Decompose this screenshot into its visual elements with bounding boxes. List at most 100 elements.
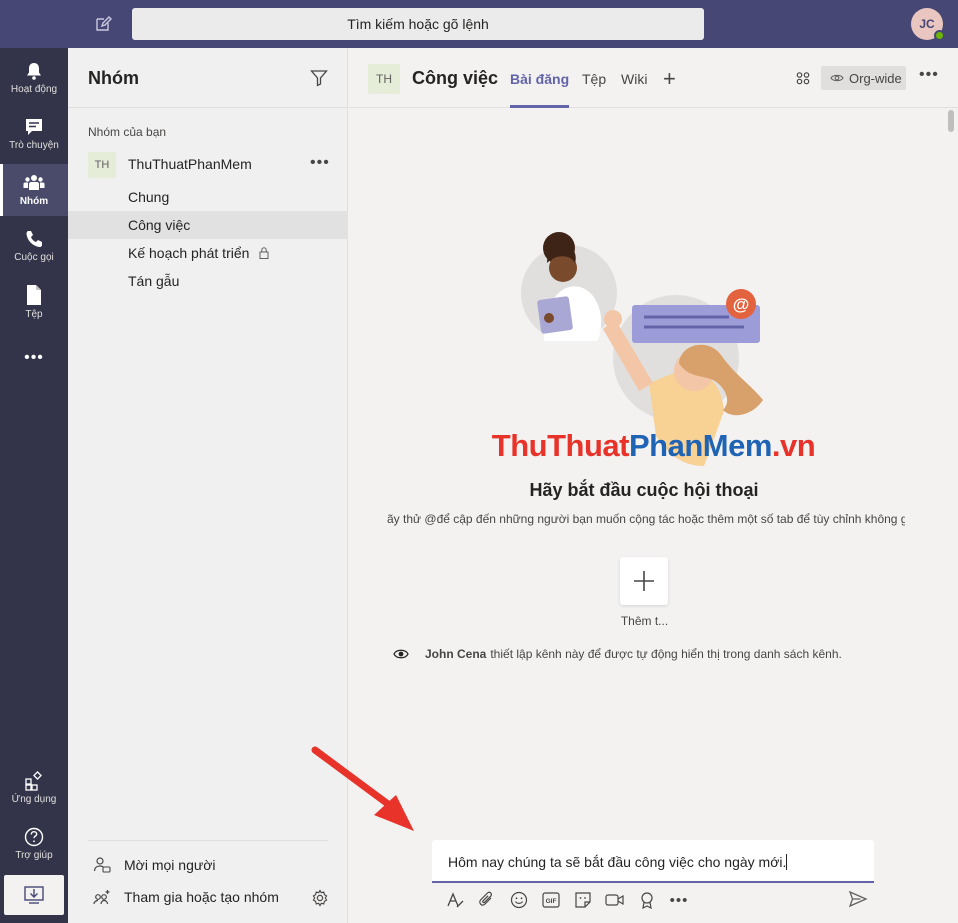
- send-icon: [848, 890, 868, 908]
- svg-text:GIF: GIF: [546, 898, 557, 905]
- filter-icon: [310, 70, 328, 87]
- top-bar: Tìm kiếm hoặc gõ lệnh JC: [0, 0, 958, 48]
- compose-text: Hôm nay chúng ta sẽ bắt đầu công việc ch…: [448, 854, 788, 870]
- channel-name: Chung: [128, 189, 170, 205]
- team-members-button[interactable]: [794, 69, 812, 92]
- scrollbar[interactable]: [947, 108, 955, 883]
- add-tab-tile-label: Thêm t...: [620, 614, 669, 628]
- sticker-icon: [575, 892, 591, 908]
- tab-files[interactable]: Tệp: [582, 71, 606, 108]
- search-placeholder: Tìm kiếm hoặc gõ lệnh: [347, 16, 489, 32]
- panel-title: Nhóm: [88, 68, 139, 88]
- channel-name: Tán gẫu: [128, 273, 180, 289]
- gif-icon: GIF: [542, 892, 560, 908]
- message-author: John Cena: [425, 647, 487, 661]
- rail-item-calls[interactable]: Cuộc gọi: [0, 220, 68, 272]
- gear-icon: [312, 889, 328, 907]
- rail-label: Cuộc gọi: [14, 252, 54, 263]
- join-team-icon: [93, 890, 110, 905]
- praise-button[interactable]: [636, 889, 658, 911]
- new-chat-button[interactable]: [90, 12, 116, 36]
- meet-now-button[interactable]: [604, 889, 626, 911]
- channel-more-options-button[interactable]: •••: [919, 66, 939, 84]
- bell-icon: [27, 63, 41, 80]
- team-avatar: TH: [88, 152, 116, 178]
- compose-message-input[interactable]: Hôm nay chúng ta sẽ bắt đầu công việc ch…: [432, 840, 874, 883]
- format-icon: [447, 892, 464, 908]
- search-input[interactable]: Tìm kiếm hoặc gõ lệnh: [132, 8, 704, 40]
- eye-icon: [393, 649, 409, 659]
- help-icon: [24, 827, 44, 847]
- rail-item-apps[interactable]: Ứng dụng: [0, 762, 68, 814]
- download-icon: [24, 886, 44, 904]
- rail-item-teams[interactable]: Nhóm: [0, 164, 68, 216]
- gif-button[interactable]: GIF: [540, 889, 562, 911]
- compose-toolbar: GIF •••: [432, 886, 874, 912]
- watermark-part: PhanMem: [628, 428, 772, 463]
- org-wide-button[interactable]: Org-wide: [821, 66, 906, 90]
- user-avatar[interactable]: JC: [911, 8, 945, 41]
- team-more-options-button[interactable]: •••: [310, 154, 330, 172]
- teams-icon: [23, 175, 45, 190]
- rail-label: Hoạt động: [10, 84, 58, 95]
- join-create-team-button[interactable]: Tham gia hoặc tạo nhóm: [88, 882, 348, 912]
- team-item[interactable]: TH ThuThuatPhanMem •••: [68, 148, 348, 180]
- panel-footer: Mời mọi người Tham gia hoặc tạo nhóm: [88, 840, 328, 907]
- scroll-thumb[interactable]: [948, 110, 954, 132]
- avatar-initials: JC: [919, 17, 935, 31]
- emoji-icon: [510, 891, 528, 909]
- rail-item-help[interactable]: Trợ giúp: [0, 818, 68, 870]
- file-icon: [27, 285, 41, 305]
- sticker-button[interactable]: [572, 889, 594, 911]
- empty-state-title: Hãy bắt đầu cuộc hội thoại: [529, 480, 759, 500]
- apps-icon: [25, 771, 42, 791]
- add-tab-tile-button[interactable]: [620, 557, 668, 605]
- tab-wiki[interactable]: Wiki: [621, 71, 647, 108]
- system-message: John Cena thiết lập kênh này để được tự …: [393, 647, 842, 661]
- channel-name: Kế hoạch phát triển: [128, 245, 250, 261]
- watermark-part: ThuThuat: [491, 428, 630, 463]
- panel-header: Nhóm: [68, 48, 347, 108]
- join-label: Tham gia hoặc tạo nhóm: [124, 889, 279, 905]
- invite-people-button[interactable]: Mời mọi người: [88, 850, 348, 880]
- rail-item-chat[interactable]: Trò chuyện: [0, 108, 68, 160]
- add-tab-button[interactable]: +: [663, 66, 676, 92]
- teams-panel: Nhóm Nhóm của bạn TH ThuThuatPhanMem •••…: [68, 48, 348, 923]
- invite-label: Mời mọi người: [124, 857, 216, 873]
- empty-state-subtitle: ãy thử @để cập đến những người bạn muốn …: [387, 512, 905, 526]
- presence-available-icon: [934, 30, 945, 41]
- more-options-icon[interactable]: •••: [668, 889, 690, 911]
- channel-name: Công việc: [128, 217, 191, 233]
- team-settings-button[interactable]: [311, 889, 329, 912]
- video-icon: [605, 894, 624, 906]
- watermark-part: .vn: [771, 428, 816, 463]
- praise-icon: [641, 892, 653, 909]
- channel-item-ke-hoach[interactable]: Kế hoạch phát triển: [68, 239, 348, 267]
- emoji-button[interactable]: [508, 889, 530, 911]
- chat-icon: [26, 119, 42, 135]
- send-button[interactable]: [848, 889, 868, 909]
- rail-item-more[interactable]: •••: [0, 330, 68, 382]
- channel-item-chung[interactable]: Chung: [68, 183, 348, 211]
- people-icon: [796, 72, 810, 85]
- channel-item-cong-viec[interactable]: Công việc: [68, 211, 348, 239]
- channel-item-tan-gau[interactable]: Tán gẫu: [68, 267, 348, 295]
- red-arrow-annotation: [311, 746, 414, 831]
- rail-label: Tệp: [25, 309, 43, 320]
- plus-icon: [634, 571, 654, 591]
- format-button[interactable]: [444, 889, 466, 911]
- rail-item-activity[interactable]: Hoạt động: [0, 52, 68, 104]
- channel-title: Công việc: [412, 68, 499, 88]
- download-app-button[interactable]: [4, 875, 64, 915]
- paperclip-icon: [479, 891, 492, 906]
- attach-button[interactable]: [476, 889, 498, 911]
- tab-posts[interactable]: Bài đăng: [510, 71, 570, 108]
- message-text: thiết lập kênh này để được tự động hiển …: [490, 647, 842, 661]
- channel-team-avatar: TH: [368, 64, 400, 94]
- app-rail: Hoạt động Trò chuyện Nhóm Cuộc gọi Tệp •…: [0, 48, 68, 923]
- lock-icon: [259, 247, 269, 259]
- phone-icon: [26, 231, 42, 247]
- team-name: ThuThuatPhanMem: [128, 156, 252, 172]
- filter-button[interactable]: [310, 69, 328, 92]
- rail-item-files[interactable]: Tệp: [0, 276, 68, 328]
